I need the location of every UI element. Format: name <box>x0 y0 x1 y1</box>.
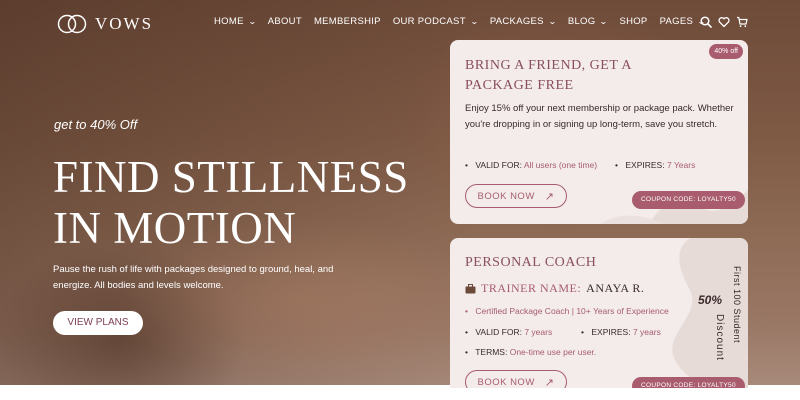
headline-line: FIND STILLNESS <box>53 152 409 202</box>
side-vertical-text: First 100 Student <box>732 266 742 344</box>
chevron-down-icon: ⌄ <box>469 17 479 26</box>
card-description: Enjoy 15% off your next membership or pa… <box>465 103 734 130</box>
nav-label: HOME <box>214 16 244 27</box>
side-vertical-text: Discount <box>714 314 725 361</box>
arrow-up-right-icon: ↗ <box>544 190 555 203</box>
rings-logo-icon <box>57 14 87 34</box>
trainer-row: TRAINER NAME: ANAYA R. <box>465 281 644 296</box>
coupon-code-badge: COUPON CODE: LOYALTY50 <box>632 377 745 388</box>
offer-card-personal-coach: PERSONAL COACH TRAINER NAME: ANAYA R. • … <box>450 238 748 388</box>
headline-line: IN MOTION <box>53 203 297 253</box>
card-title-line: PACKAGE FREE <box>465 78 574 93</box>
hero-subtext: Pause the rush of life with packages des… <box>53 264 334 291</box>
nav-label: PAGES <box>659 16 694 27</box>
nav-item-about[interactable]: ABOUT <box>268 16 302 27</box>
terms-row: • TERMS: One-time use per user. <box>465 347 596 357</box>
hero-headline: FIND STILLNESS IN MOTION <box>53 152 453 254</box>
valid-for-row: • VALID FOR: All users (one time) <box>465 160 597 170</box>
nav-item-our-podcast[interactable]: OUR PODCAST ⌄ <box>392 16 479 27</box>
bullet-icon: • <box>581 327 584 337</box>
valid-value: All users (one time) <box>523 160 598 170</box>
hero-kicker: get to 40% Off <box>54 117 138 132</box>
terms-label: TERMS: <box>475 347 508 357</box>
search-icon[interactable] <box>700 16 712 28</box>
nav-item-blog[interactable]: BLOG ⌄ <box>568 16 608 27</box>
certification-text: Certified Package Coach | 10+ Years of E… <box>475 306 669 316</box>
valid-label: VALID FOR: <box>475 160 522 170</box>
main-nav: HOME ⌄ ABOUT MEMBERSHIP OUR PODCAST ⌄ PA… <box>214 16 717 27</box>
card-title-line: BRING A FRIEND, GET A <box>465 58 632 73</box>
book-now-button[interactable]: BOOK NOW ↗ <box>465 370 567 388</box>
nav-label: OUR PODCAST <box>392 16 466 27</box>
nav-label: SHOP <box>619 16 648 27</box>
expires-row: • EXPIRES: 7 years <box>581 327 661 337</box>
nav-item-home[interactable]: HOME ⌄ <box>214 16 256 27</box>
bullet-icon: • <box>615 160 618 170</box>
chevron-down-icon: ⌄ <box>247 17 257 26</box>
nav-label: PACKAGES <box>489 16 544 27</box>
briefcase-icon <box>465 283 476 293</box>
expires-value: 7 Years <box>666 160 696 170</box>
discount-badge: 40% off <box>709 44 743 59</box>
brand-name: VOWS <box>95 14 154 33</box>
coupon-code-badge: COUPON CODE: LOYALTY50 <box>632 191 745 209</box>
side-discount-percent: 50% <box>698 293 723 307</box>
nav-item-membership[interactable]: MEMBERSHIP <box>314 16 381 27</box>
nav-item-pages[interactable]: PAGES ⌄ <box>660 16 706 27</box>
arrow-up-right-icon: ↗ <box>544 376 555 389</box>
certification-row: • Certified Package Coach | 10+ Years of… <box>465 306 669 316</box>
view-plans-button[interactable]: VIEW PLANS <box>53 311 143 335</box>
nav-label: BLOG <box>567 16 596 27</box>
book-now-label: BOOK NOW <box>477 376 535 388</box>
logo[interactable]: VOWS <box>57 14 153 34</box>
expires-label: EXPIRES: <box>625 160 665 170</box>
trainer-name: ANAYA R. <box>586 281 645 295</box>
valid-value: 7 years <box>524 327 553 337</box>
expires-value: 7 years <box>632 327 661 337</box>
terms-value: One-time use per user. <box>509 347 597 357</box>
chevron-down-icon: ⌄ <box>547 17 557 26</box>
heart-icon[interactable] <box>718 16 730 28</box>
offer-card-bring-friend: 40% off BRING A FRIEND, GET A PACKAGE FR… <box>450 40 748 224</box>
nav-item-shop[interactable]: SHOP <box>619 16 647 27</box>
book-now-label: BOOK NOW <box>477 190 535 202</box>
trainer-label: TRAINER NAME: <box>481 281 582 295</box>
valid-label: VALID FOR: <box>475 327 522 337</box>
nav-label: MEMBERSHIP <box>313 16 381 27</box>
card-title: BRING A FRIEND, GET A PACKAGE FREE <box>465 56 632 96</box>
chevron-down-icon: ⌄ <box>599 17 609 26</box>
expires-row: • EXPIRES: 7 Years <box>615 160 695 170</box>
nav-item-packages[interactable]: PACKAGES ⌄ <box>489 16 557 27</box>
expires-label: EXPIRES: <box>591 327 631 337</box>
bullet-icon: • <box>465 306 468 316</box>
book-now-button[interactable]: BOOK NOW ↗ <box>465 184 567 208</box>
bullet-icon: • <box>465 327 468 337</box>
valid-for-row: • VALID FOR: 7 years <box>465 327 552 337</box>
cart-icon[interactable] <box>736 16 748 28</box>
nav-label: ABOUT <box>267 16 302 27</box>
header-actions <box>700 16 754 28</box>
card-title: PERSONAL COACH <box>465 255 597 270</box>
bullet-icon: • <box>465 160 468 170</box>
bullet-icon: • <box>465 347 468 357</box>
